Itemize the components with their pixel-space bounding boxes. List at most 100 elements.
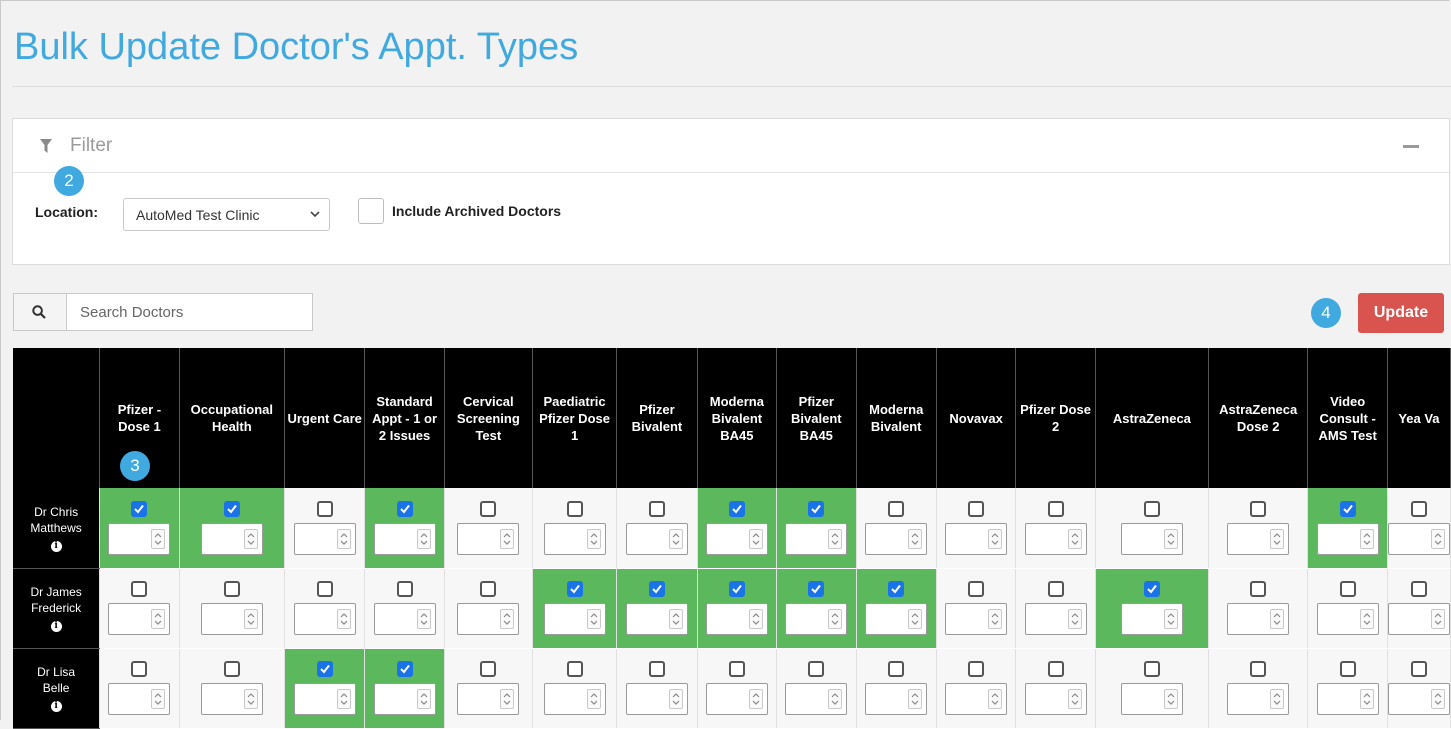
stepper-arrows-icon[interactable] <box>1430 528 1445 549</box>
appt-type-checkbox[interactable] <box>968 500 985 517</box>
appt-type-checkbox[interactable] <box>1143 661 1160 677</box>
stepper-arrows-icon[interactable] <box>151 528 166 549</box>
appt-duration-stepper[interactable] <box>1316 603 1379 635</box>
stepper-arrows-icon[interactable] <box>1067 609 1082 629</box>
appt-type-checkbox[interactable] <box>808 581 825 597</box>
appt-type-checkbox[interactable] <box>1410 581 1427 597</box>
stepper-arrows-icon[interactable] <box>828 528 843 549</box>
include-archived-checkbox[interactable] <box>358 198 384 224</box>
appt-type-checkbox[interactable] <box>888 661 905 677</box>
stepper-arrows-icon[interactable] <box>586 609 601 629</box>
appt-type-checkbox[interactable] <box>648 581 665 597</box>
stepper-arrows-icon[interactable] <box>1270 528 1285 549</box>
appt-duration-stepper[interactable] <box>457 522 520 555</box>
stepper-arrows-icon[interactable] <box>1430 689 1445 709</box>
appt-type-checkbox[interactable] <box>480 500 497 517</box>
appt-type-checkbox[interactable] <box>728 661 745 677</box>
stepper-arrows-icon[interactable] <box>500 689 515 709</box>
appt-type-checkbox[interactable] <box>223 581 240 597</box>
stepper-arrows-icon[interactable] <box>1430 609 1445 629</box>
stepper-arrows-icon[interactable] <box>500 528 515 549</box>
stepper-arrows-icon[interactable] <box>243 689 258 709</box>
appt-type-checkbox[interactable] <box>808 661 825 677</box>
appt-duration-stepper[interactable] <box>543 603 606 635</box>
stepper-arrows-icon[interactable] <box>151 689 166 709</box>
collapse-icon[interactable] <box>1403 145 1419 148</box>
stepper-arrows-icon[interactable] <box>1359 609 1374 629</box>
appt-duration-stepper[interactable] <box>1227 522 1290 555</box>
appt-duration-stepper[interactable] <box>200 603 263 635</box>
stepper-arrows-icon[interactable] <box>988 689 1003 709</box>
appt-type-checkbox[interactable] <box>728 581 745 597</box>
stepper-arrows-icon[interactable] <box>1067 528 1082 549</box>
stepper-arrows-icon[interactable] <box>416 689 431 709</box>
appt-duration-stepper[interactable] <box>108 683 171 715</box>
stepper-arrows-icon[interactable] <box>908 528 923 549</box>
appt-type-checkbox[interactable] <box>968 661 985 677</box>
appt-duration-stepper[interactable] <box>457 683 520 715</box>
appt-type-checkbox[interactable] <box>1250 661 1267 677</box>
appt-type-checkbox[interactable] <box>480 661 497 677</box>
appt-type-checkbox[interactable] <box>223 661 240 677</box>
stepper-arrows-icon[interactable] <box>1359 528 1374 549</box>
appt-duration-stepper[interactable] <box>373 603 436 635</box>
appt-type-checkbox[interactable] <box>316 581 333 597</box>
filter-header[interactable]: Filter <box>13 119 1449 173</box>
appt-type-checkbox[interactable] <box>131 581 148 597</box>
appt-duration-stepper[interactable] <box>945 683 1008 715</box>
appt-duration-stepper[interactable] <box>108 603 171 635</box>
appt-duration-stepper[interactable] <box>373 522 436 555</box>
stepper-arrows-icon[interactable] <box>748 689 763 709</box>
appt-duration-stepper[interactable] <box>543 683 606 715</box>
appt-duration-stepper[interactable] <box>865 683 928 715</box>
appt-duration-stepper[interactable] <box>1024 522 1087 555</box>
appt-type-checkbox[interactable] <box>1047 500 1064 517</box>
appt-duration-stepper[interactable] <box>705 603 768 635</box>
appt-duration-stepper[interactable] <box>1120 683 1183 715</box>
stepper-arrows-icon[interactable] <box>1270 609 1285 629</box>
appt-type-checkbox[interactable] <box>131 500 148 517</box>
appt-duration-stepper[interactable] <box>625 683 688 715</box>
stepper-arrows-icon[interactable] <box>988 609 1003 629</box>
appt-type-checkbox[interactable] <box>1339 581 1356 597</box>
appt-type-checkbox[interactable] <box>316 500 333 517</box>
appt-duration-stepper[interactable] <box>705 683 768 715</box>
search-input[interactable] <box>67 294 311 330</box>
appt-duration-stepper[interactable] <box>1387 603 1450 635</box>
appt-type-checkbox[interactable] <box>1339 500 1356 517</box>
appt-duration-stepper[interactable] <box>1316 683 1379 715</box>
stepper-arrows-icon[interactable] <box>828 609 843 629</box>
stepper-arrows-icon[interactable] <box>1163 609 1178 629</box>
appt-type-checkbox[interactable] <box>1143 500 1160 517</box>
appt-type-checkbox[interactable] <box>1339 661 1356 677</box>
appt-type-checkbox[interactable] <box>888 500 905 517</box>
appt-type-checkbox[interactable] <box>396 661 413 677</box>
appt-duration-stepper[interactable] <box>1387 522 1450 555</box>
appt-type-checkbox[interactable] <box>131 661 148 677</box>
appt-type-checkbox[interactable] <box>1410 661 1427 677</box>
appt-type-checkbox[interactable] <box>1410 500 1427 517</box>
appt-type-checkbox[interactable] <box>1250 581 1267 597</box>
stepper-arrows-icon[interactable] <box>336 689 351 709</box>
stepper-arrows-icon[interactable] <box>243 609 258 629</box>
appt-duration-stepper[interactable] <box>200 522 263 555</box>
appt-type-checkbox[interactable] <box>566 661 583 677</box>
stepper-arrows-icon[interactable] <box>988 528 1003 549</box>
appt-type-checkbox[interactable] <box>1047 661 1064 677</box>
appt-duration-stepper[interactable] <box>293 603 356 635</box>
appt-type-checkbox[interactable] <box>396 581 413 597</box>
stepper-arrows-icon[interactable] <box>586 689 601 709</box>
stepper-arrows-icon[interactable] <box>243 528 258 549</box>
stepper-arrows-icon[interactable] <box>336 528 351 549</box>
stepper-arrows-icon[interactable] <box>828 689 843 709</box>
appt-duration-stepper[interactable] <box>457 603 520 635</box>
location-select[interactable]: AutoMed Test Clinic <box>123 198 330 231</box>
stepper-arrows-icon[interactable] <box>151 609 166 629</box>
appt-duration-stepper[interactable] <box>1227 683 1290 715</box>
appt-duration-stepper[interactable] <box>785 522 848 555</box>
stepper-arrows-icon[interactable] <box>500 609 515 629</box>
appt-type-checkbox[interactable] <box>888 581 905 597</box>
stepper-arrows-icon[interactable] <box>1270 689 1285 709</box>
stepper-arrows-icon[interactable] <box>1163 689 1178 709</box>
appt-type-checkbox[interactable] <box>1250 500 1267 517</box>
